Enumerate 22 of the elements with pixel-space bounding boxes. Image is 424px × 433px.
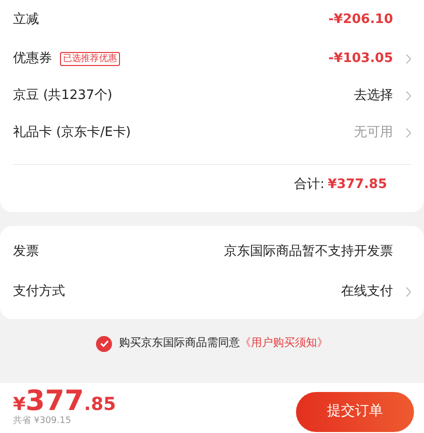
- tag: 已选推荐优惠: [60, 52, 120, 66]
- row-value[interactable]: 无可用: [354, 122, 393, 142]
- agreement-text: 购买京东国际商品需同意《用户购买须知》: [118, 335, 328, 352]
- row-label: 发票: [13, 243, 39, 262]
- row-label: 京豆 (共1237个): [13, 86, 112, 105]
- row-value: 京东国际商品暂不支持开发票: [224, 243, 393, 262]
- row-value[interactable]: 去选择: [354, 86, 393, 106]
- total-price: ¥377.85: [13, 386, 116, 415]
- check-icon: [100, 340, 109, 347]
- submit-order-button[interactable]: 提交订单: [296, 392, 414, 432]
- row-label: 礼品卡 (京东卡/E卡): [13, 124, 131, 142]
- row-value[interactable]: 在线支付: [341, 282, 393, 302]
- row-value[interactable]: -¥103.05: [328, 48, 393, 68]
- row-value: -¥206.10: [328, 11, 393, 30]
- row-label: 立减: [13, 11, 39, 30]
- total-label: 合计:: [294, 176, 325, 194]
- savings-text: 共省 ¥309.15: [13, 414, 72, 428]
- row-label: 优惠券: [13, 50, 52, 68]
- checkbox[interactable]: [96, 336, 112, 352]
- row-label: 支付方式: [13, 283, 65, 302]
- terms-link[interactable]: 《用户购买须知》: [240, 336, 328, 350]
- total-value: ¥377.85: [328, 176, 387, 194]
